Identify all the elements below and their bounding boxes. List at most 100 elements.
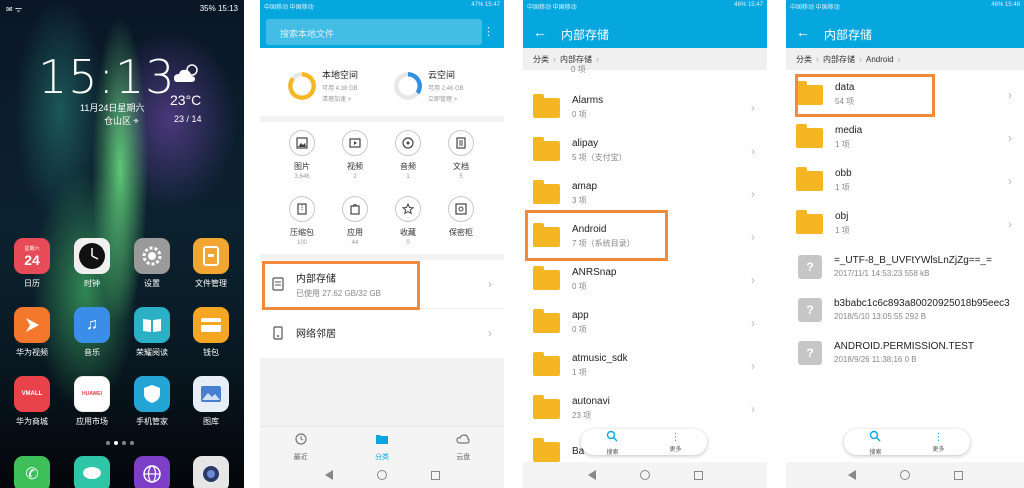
page-title: 内部存储: [824, 28, 873, 42]
more-button[interactable]: ⋮ 更多: [932, 432, 944, 453]
recents-icon[interactable]: [953, 470, 963, 480]
home-icon[interactable]: [639, 470, 650, 480]
app-settings[interactable]: 设置: [130, 238, 174, 289]
list-item[interactable]: ? ANDROID.PERMISSION.TEST 2018/9/26 11:38…: [786, 331, 1024, 374]
home-icon[interactable]: [899, 470, 910, 480]
crumb-android[interactable]: Android: [866, 55, 894, 64]
safe-icon: [448, 196, 474, 222]
folder-icon: [533, 136, 560, 161]
list-item[interactable]: media 1 项 ›: [786, 116, 1024, 159]
page-title: 内部存储: [561, 28, 610, 42]
list-item[interactable]: obb 1 项 ›: [786, 159, 1024, 202]
breadcrumb: 分类 › 内部存储 ›: [523, 48, 767, 70]
crumb-category[interactable]: 分类: [796, 54, 812, 65]
app-wallet[interactable]: 钱包: [189, 307, 233, 358]
cloud-ring-icon: [394, 71, 422, 100]
list-item[interactable]: ? b3babc1c6c893a80020925018b95eec3 2018/5…: [786, 288, 1024, 331]
list-item[interactable]: ANRSnap 0 项 ›: [523, 258, 767, 301]
dock-messages[interactable]: [70, 456, 114, 488]
app-header: 中国移动 中国移动 47% 15:47 搜索本地文件 ⋮: [260, 0, 504, 48]
network-neighbors-item[interactable]: 网络邻居 ›: [260, 308, 504, 356]
android-folder-screen: 中国移动 中国移动 46% 15:48 ← 内部存储 分类 › 内部存储 › A…: [786, 0, 1024, 488]
message-icon: [74, 456, 110, 488]
search-button[interactable]: 搜索: [869, 429, 882, 456]
dock-phone[interactable]: ✆: [10, 456, 54, 488]
category-video[interactable]: 视频 2: [330, 130, 380, 180]
app-vmall[interactable]: VMALL 华为商城: [10, 376, 54, 427]
folder-icon: [796, 166, 823, 191]
cloud-storage[interactable]: 云空间 可用 2.46 GB 立即管理 >: [394, 68, 464, 103]
item-info: 1 项: [572, 368, 587, 377]
search-label: 搜索: [606, 449, 619, 456]
recents-icon[interactable]: [693, 470, 703, 480]
app-calendar[interactable]: 星期六 24 日历: [10, 238, 54, 289]
list-item[interactable]: alipay 5 项（支付宝） ›: [523, 129, 767, 172]
item-info: 5 项（支付宝）: [572, 153, 627, 162]
storage-ring-icon: [288, 71, 316, 100]
item-name: =_UTF-8_B_UVFtYWlsLnZjZg==_=: [834, 255, 992, 266]
app-phone-manager[interactable]: 手机管家: [130, 376, 174, 427]
dock-browser[interactable]: [130, 456, 174, 488]
item-info: 0 项: [572, 325, 587, 334]
chevron-right-icon: ›: [1008, 173, 1012, 188]
home-icon[interactable]: [376, 470, 387, 480]
list-item[interactable]: ? =_UTF-8_B_UVFtYWlsLnZjZg==_= 2017/11/1 …: [786, 245, 1024, 288]
app-clock[interactable]: 时钟: [70, 238, 114, 289]
category-safe[interactable]: 保密柜: [436, 196, 486, 240]
item-info: 0 项: [572, 282, 587, 291]
list-item[interactable]: autonavi 23 项 ›: [523, 387, 767, 430]
list-item[interactable]: amap 3 项 ›: [523, 172, 767, 215]
back-icon[interactable]: [847, 470, 856, 480]
back-arrow-icon[interactable]: ←: [533, 24, 547, 40]
app-file-manager[interactable]: 文件管理: [189, 238, 233, 289]
category-apps[interactable]: 应用 44: [330, 196, 380, 246]
search-input[interactable]: 搜索本地文件: [266, 19, 482, 45]
more-button[interactable]: ⋮ 更多: [669, 432, 681, 453]
category-label: 文档: [453, 162, 469, 171]
item-name: ANDROID.PERMISSION.TEST: [834, 341, 975, 352]
system-nav-bar: [786, 462, 1024, 488]
list-item[interactable]: obj 1 项 ›: [786, 202, 1024, 245]
category-images[interactable]: 图片 3,646: [277, 130, 327, 180]
app-appstore[interactable]: HUAWEI 应用市场: [70, 376, 114, 427]
app-gallery[interactable]: 图库: [189, 376, 233, 427]
list-item[interactable]: atmusic_sdk 1 项 ›: [523, 344, 767, 387]
app-music[interactable]: ♫ 音乐: [70, 307, 114, 358]
item-info: 2018/5/10 13:05:55 292 B: [834, 312, 927, 321]
category-archives[interactable]: 压缩包 100: [277, 196, 327, 246]
item-info: 1 项: [835, 140, 850, 149]
tab-recent[interactable]: 最近: [271, 427, 331, 462]
network-neighbors-title: 网络邻居: [296, 329, 336, 340]
dock-camera[interactable]: [189, 456, 233, 488]
book-icon: [134, 307, 170, 343]
category-documents[interactable]: 文档 5: [436, 130, 486, 180]
manage-link[interactable]: 立即管理 >: [428, 94, 464, 103]
category-favorites[interactable]: 收藏 0: [383, 196, 433, 246]
category-label: 收藏: [400, 228, 416, 237]
app-huawei-video[interactable]: 华为视频: [10, 307, 54, 358]
recents-icon[interactable]: [430, 470, 440, 480]
back-icon[interactable]: [587, 470, 596, 480]
crumb-internal[interactable]: 内部存储: [560, 54, 592, 65]
app-honor-reading[interactable]: 荣耀阅读: [130, 307, 174, 358]
chevron-right-icon: ›: [751, 186, 755, 201]
crumb-internal[interactable]: 内部存储: [823, 54, 855, 65]
back-arrow-icon[interactable]: ←: [796, 24, 810, 40]
category-count: 0: [406, 240, 410, 246]
star-icon: [395, 196, 421, 222]
crumb-category[interactable]: 分类: [533, 54, 549, 65]
local-storage[interactable]: 本地空间 可用 4.38 GB 清理加速 >: [288, 68, 358, 103]
tab-cloud-drive[interactable]: 云盘: [433, 427, 493, 462]
chevron-right-icon: ›: [751, 229, 755, 244]
back-icon[interactable]: [324, 470, 333, 480]
search-button[interactable]: 搜索: [606, 429, 619, 456]
tab-category[interactable]: 分类: [352, 427, 412, 462]
more-menu-icon[interactable]: ⋮: [483, 25, 494, 38]
category-count: 44: [351, 240, 359, 246]
list-item[interactable]: Alarms 0 项 ›: [523, 86, 767, 129]
tab-label: 分类: [374, 454, 389, 461]
clean-link[interactable]: 清理加速 >: [322, 94, 358, 103]
chevron-right-icon: ›: [1008, 216, 1012, 231]
category-audio[interactable]: 音频 1: [383, 130, 433, 180]
list-item[interactable]: app 0 项 ›: [523, 301, 767, 344]
